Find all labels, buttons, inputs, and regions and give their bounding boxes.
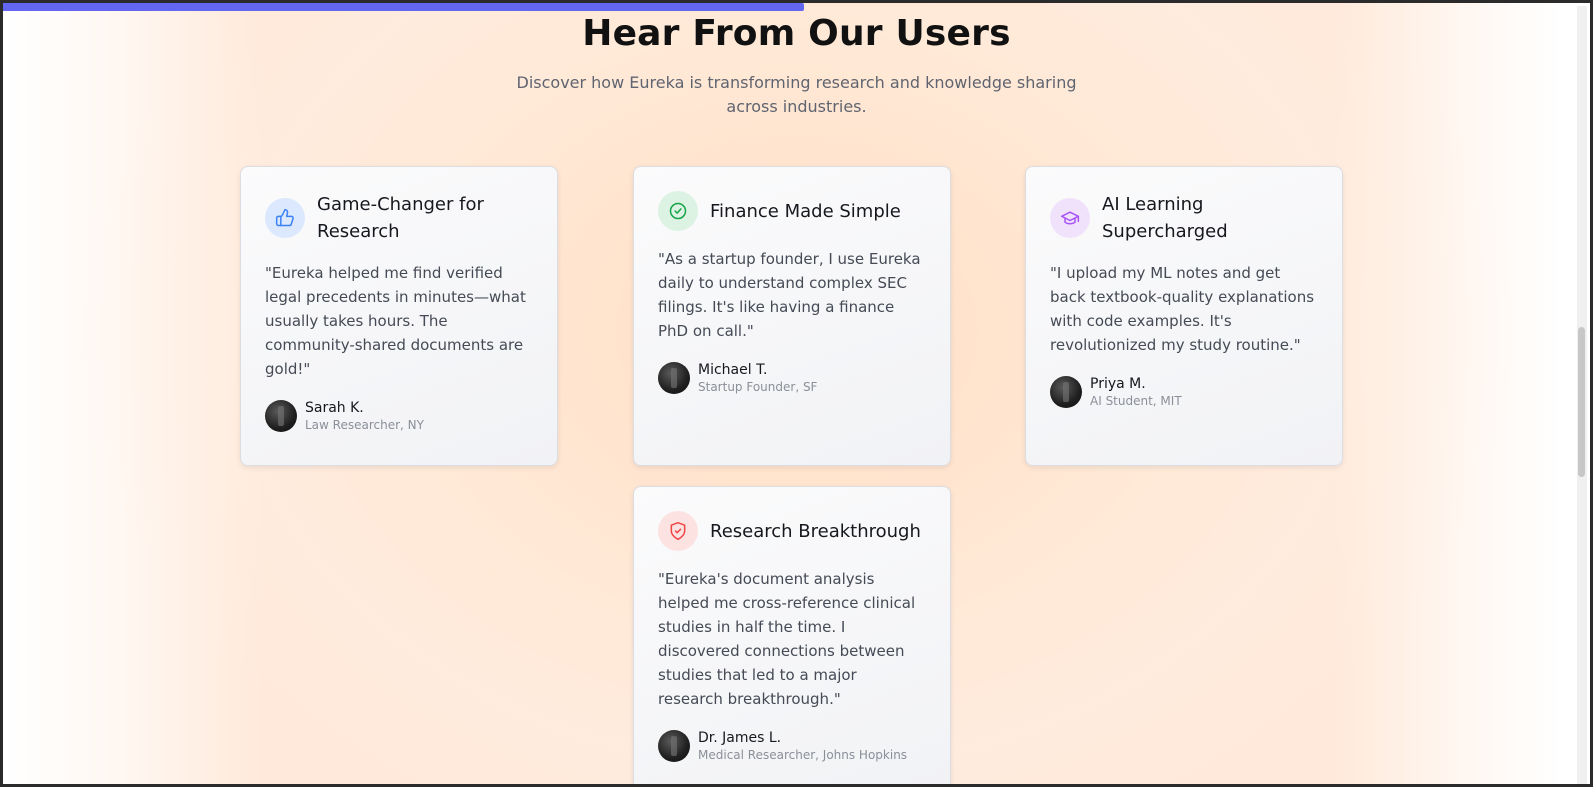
testimonial-card: Research Breakthrough "Eureka's document… xyxy=(633,486,951,784)
author-name: Michael T. xyxy=(698,362,768,378)
scrollbar-thumb[interactable] xyxy=(1578,327,1585,477)
author-name: Priya M. xyxy=(1090,376,1146,392)
page-frame: Hear From Our Users Discover how Eureka … xyxy=(0,0,1593,787)
testimonial-quote: "Eureka's document analysis helped me cr… xyxy=(658,570,916,708)
avatar xyxy=(265,400,297,432)
shield-check-icon xyxy=(658,511,698,551)
check-circle-icon xyxy=(658,191,698,231)
testimonial-quote: "Eureka helped me find verified legal pr… xyxy=(265,264,526,378)
avatar xyxy=(658,362,690,394)
testimonial-title: Research Breakthrough xyxy=(710,520,921,542)
testimonial-quote: "I upload my ML notes and get back textb… xyxy=(1050,264,1315,354)
section-title: Hear From Our Users xyxy=(582,13,1011,54)
section-subtitle: Discover how Eureka is transforming rese… xyxy=(516,73,1077,116)
testimonial-title: AI Learning Supercharged xyxy=(1102,194,1228,242)
testimonial-title: Finance Made Simple xyxy=(710,200,901,222)
testimonial-card: AI Learning Supercharged "I upload my ML… xyxy=(1025,166,1343,466)
author-role: Startup Founder, SF xyxy=(698,380,818,394)
avatar xyxy=(658,730,690,762)
reading-progress-fill xyxy=(3,3,805,11)
testimonial-author: Sarah K. Law Researcher, NY xyxy=(265,399,533,433)
graduation-cap-icon xyxy=(1050,198,1090,238)
testimonial-author: Michael T. Startup Founder, SF xyxy=(658,361,926,395)
testimonial-card: Finance Made Simple "As a startup founde… xyxy=(633,166,951,466)
testimonial-quote: "As a startup founder, I use Eureka dail… xyxy=(658,250,921,340)
author-name: Sarah K. xyxy=(305,400,364,416)
author-name: Dr. James L. xyxy=(698,730,782,746)
testimonial-author: Priya M. AI Student, MIT xyxy=(1050,375,1318,409)
reading-progress-bar xyxy=(3,3,1590,11)
testimonial-title: Game-Changer for Research xyxy=(317,194,484,242)
avatar xyxy=(1050,376,1082,408)
author-role: Medical Researcher, Johns Hopkins xyxy=(698,748,908,762)
testimonial-author: Dr. James L. Medical Researcher, Johns H… xyxy=(658,729,926,763)
testimonial-card: Game-Changer for Research "Eureka helped… xyxy=(240,166,558,466)
author-role: Law Researcher, NY xyxy=(305,418,424,432)
thumbs-up-icon xyxy=(265,198,305,238)
author-role: AI Student, MIT xyxy=(1090,394,1182,408)
